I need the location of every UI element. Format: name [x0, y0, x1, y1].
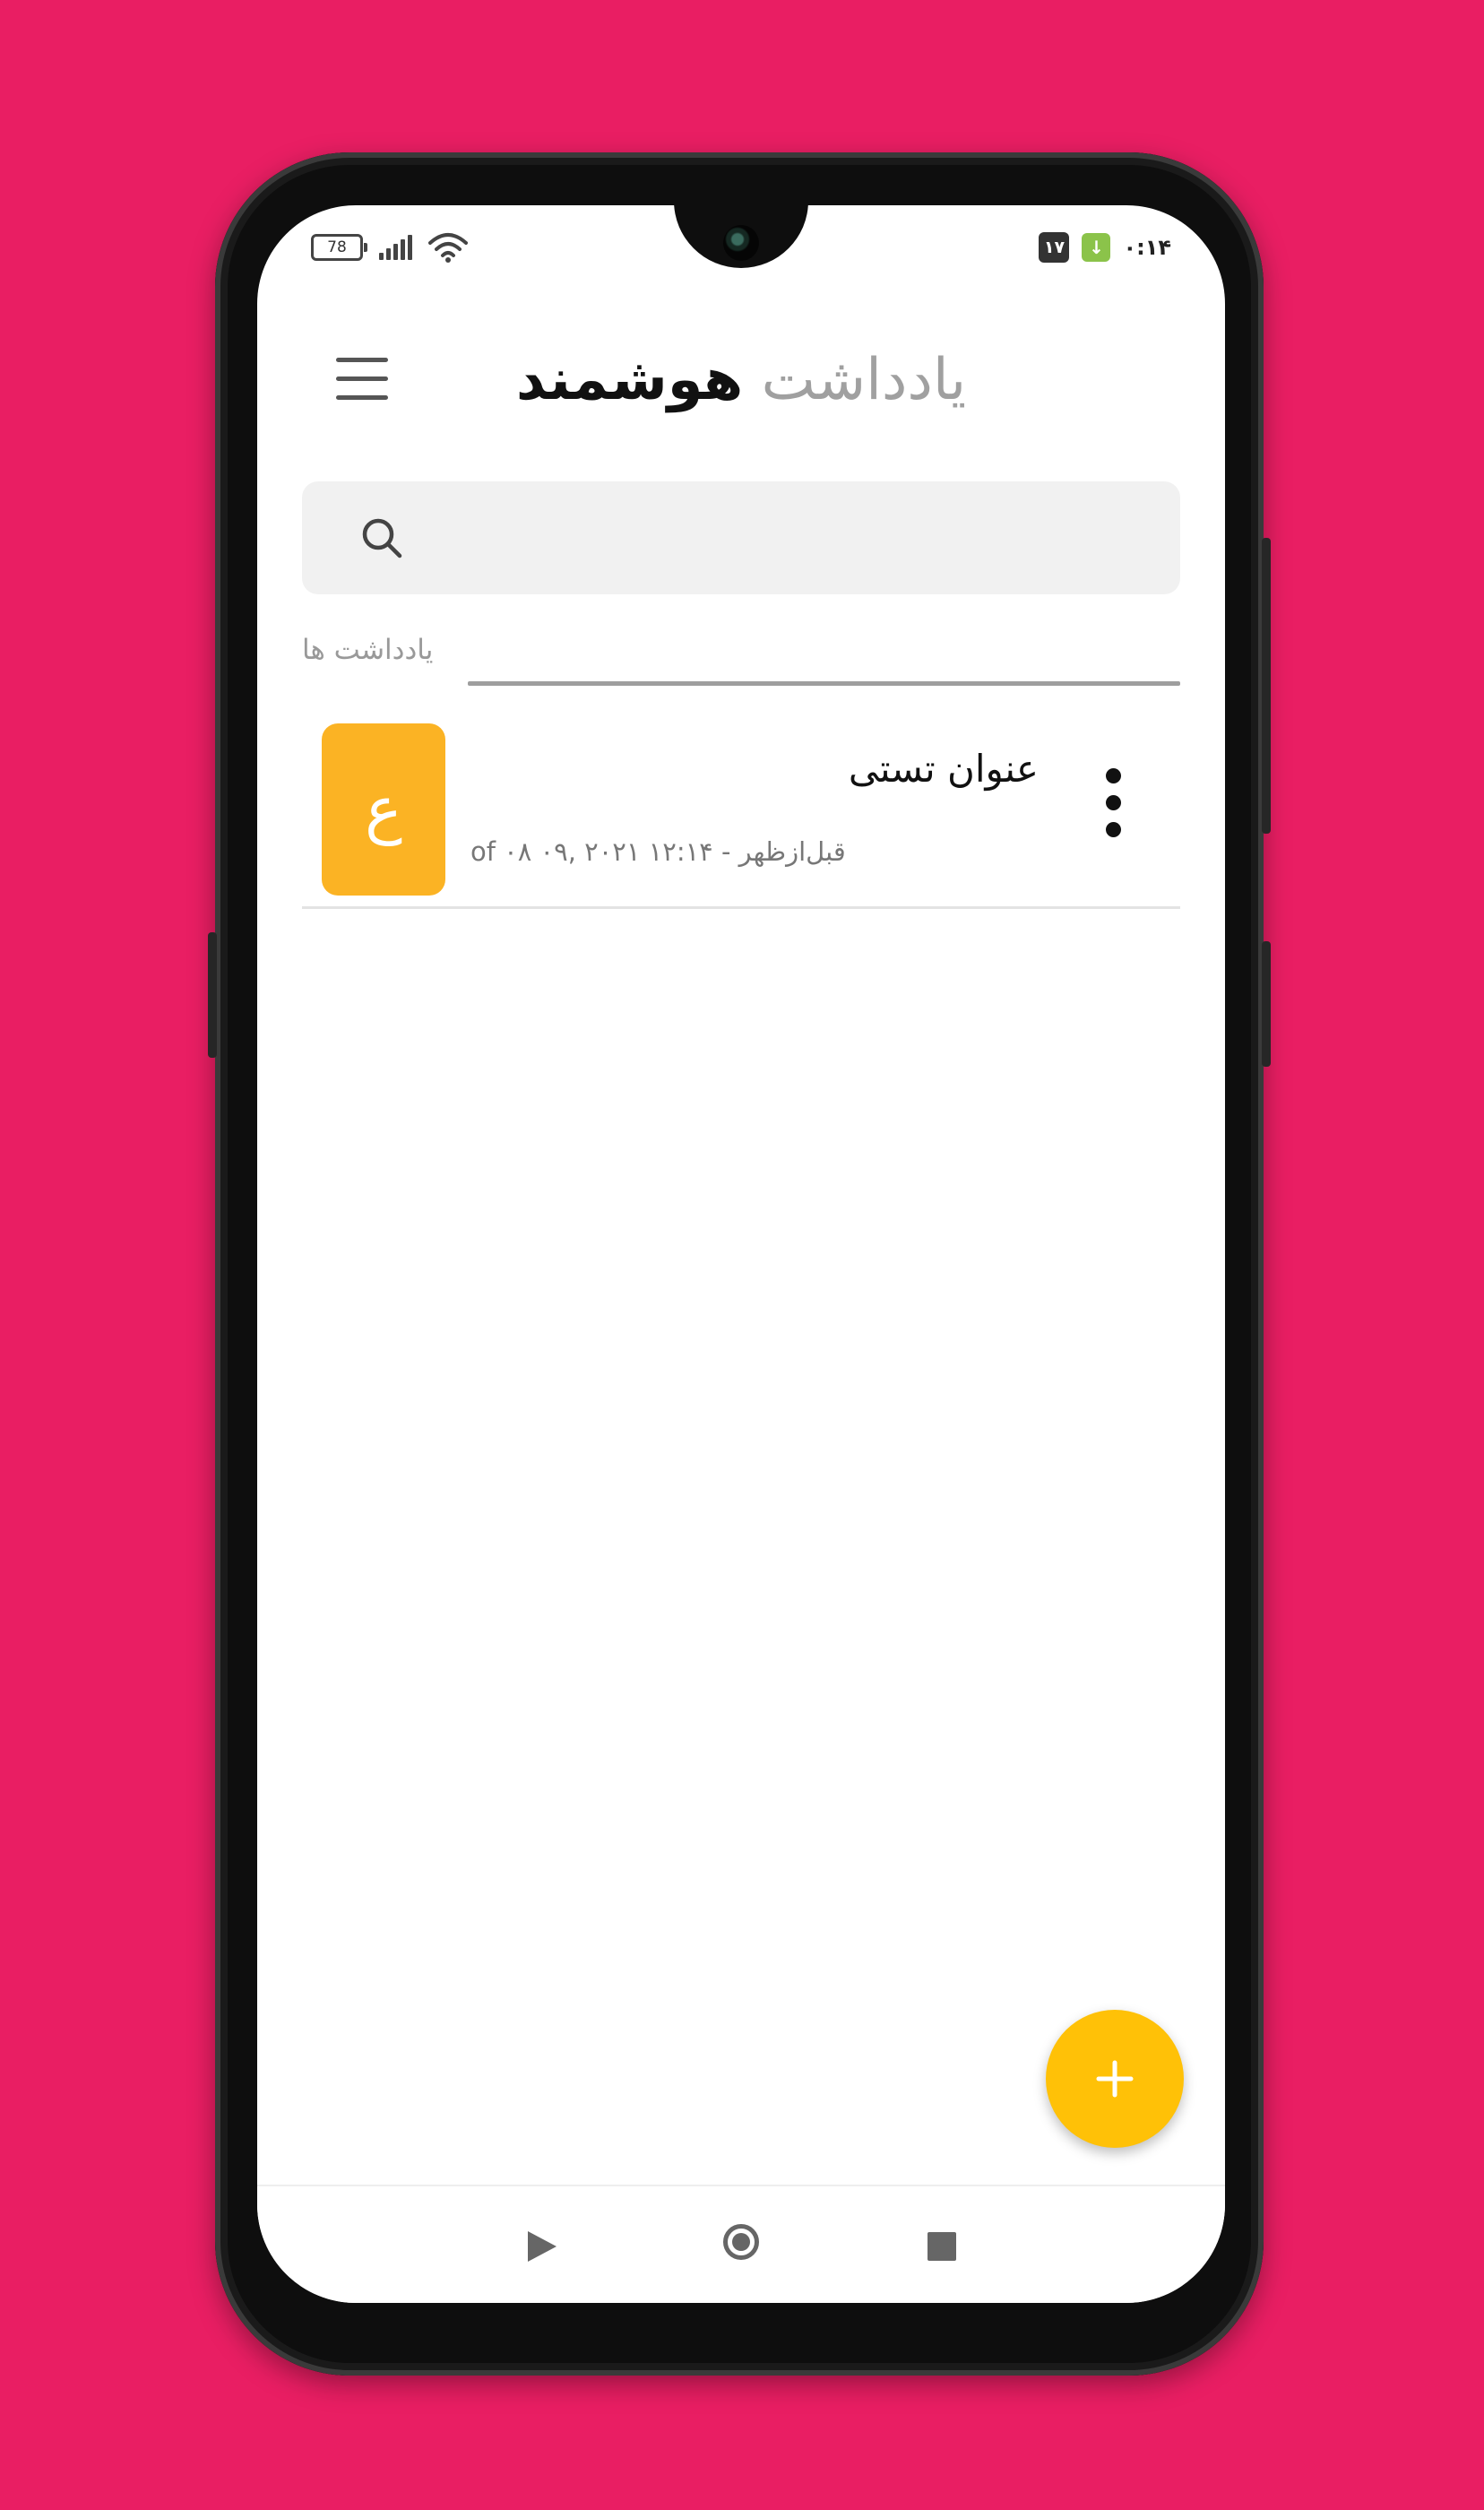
section-label: یادداشت ها — [302, 634, 434, 666]
search-icon[interactable] — [359, 515, 404, 560]
nav-back-icon[interactable] — [528, 2231, 556, 2262]
phone-side-button-left — [208, 932, 217, 1058]
wifi-icon — [428, 233, 468, 263]
note-title: عنوان تستی — [848, 747, 1039, 791]
cellular-signal-icon — [379, 235, 412, 260]
status-bar: 78 ۱۷ ↓ ۰:۱۴ — [257, 232, 1225, 277]
download-icon: ↓ — [1082, 233, 1111, 262]
nav-home-icon[interactable] — [723, 2224, 759, 2260]
more-vertical-icon[interactable] — [1086, 768, 1140, 840]
page-title: یادداشت هوشمند — [257, 335, 1225, 425]
section-divider — [468, 681, 1180, 686]
status-clock: ۰:۱۴ — [1123, 235, 1171, 260]
add-note-button[interactable] — [1046, 2010, 1184, 2148]
note-avatar: ع — [322, 723, 445, 896]
search-input[interactable] — [427, 506, 1148, 571]
note-list-item[interactable]: ع عنوان تستی قبل‌ازظهر - ۱۲:۱۴ ۲۰۲۱ ,۰۹ … — [302, 723, 1180, 909]
page-title-light: یادداشت — [761, 347, 967, 413]
phone-volume-button — [1262, 538, 1271, 834]
note-date: قبل‌ازظهر - ۱۲:۱۴ ۲۰۲۱ ,۰۹ of ۰۸ — [470, 836, 846, 867]
notification-badge: ۱۷ — [1039, 232, 1070, 263]
note-initial: ع — [365, 773, 402, 846]
plus-icon — [1096, 2060, 1134, 2098]
phone-power-button — [1262, 941, 1271, 1067]
page-title-bold: هوشمند — [515, 347, 744, 413]
battery-level: 78 — [327, 238, 347, 256]
nav-recents-icon[interactable] — [928, 2232, 956, 2261]
app-screen: 78 ۱۷ ↓ ۰:۱۴ یادداشت هوشمند یادداشت ها ع… — [257, 205, 1225, 2303]
system-navigation-bar — [257, 2185, 1225, 2303]
search-bar[interactable] — [302, 481, 1180, 594]
battery-icon: 78 — [311, 234, 367, 261]
